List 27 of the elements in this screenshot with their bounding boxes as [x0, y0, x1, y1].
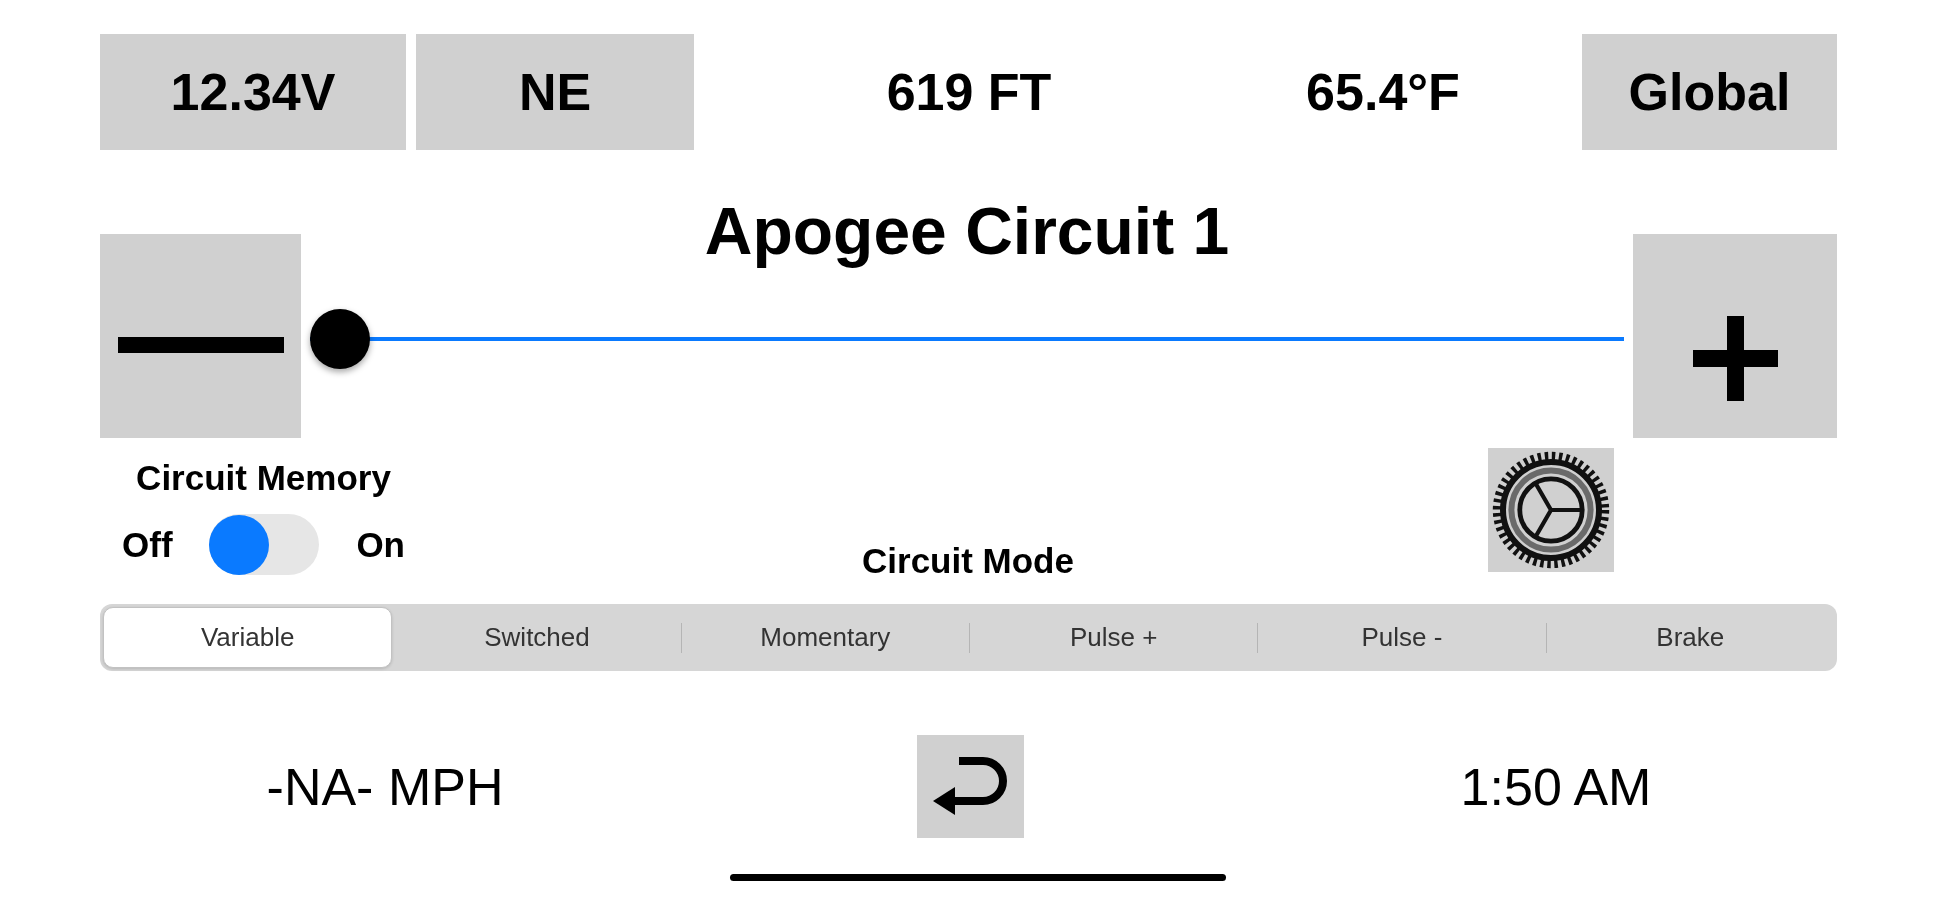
mode-segment[interactable]: Pulse -: [1258, 607, 1546, 668]
mode-segment[interactable]: Variable: [103, 607, 393, 668]
mode-button[interactable]: Global: [1582, 34, 1837, 150]
mode-segment[interactable]: Momentary: [681, 607, 969, 668]
readout-text: 65.4°F: [1306, 62, 1460, 122]
speed-reading: -NA- MPH: [266, 756, 504, 817]
mode-segment[interactable]: Switched: [393, 607, 681, 668]
readout-tile: 12.34V: [100, 34, 406, 150]
circuit-mode-label: Circuit Mode: [862, 541, 1074, 581]
readout-tile: NE: [416, 34, 694, 150]
plus-icon: [1692, 315, 1778, 401]
circuit-memory-label: Circuit Memory: [136, 458, 391, 498]
plus-button[interactable]: [1633, 234, 1837, 438]
on-label: On: [356, 524, 405, 565]
minus-button[interactable]: [100, 234, 301, 438]
clock-time: 1:50 AM: [1460, 756, 1652, 817]
mode-segment[interactable]: Brake: [1546, 607, 1834, 668]
off-label: Off: [122, 524, 173, 565]
settings-icon: [1491, 450, 1611, 570]
return-button[interactable]: [917, 735, 1024, 838]
minus-icon: [117, 337, 284, 353]
settings-button[interactable]: [1488, 448, 1614, 572]
mode-segment[interactable]: Pulse +: [970, 607, 1258, 668]
readout-text: 619 FT: [886, 62, 1052, 122]
slider-thumb[interactable]: [310, 309, 370, 369]
slider-track[interactable]: [310, 309, 1624, 369]
circuit-title: Apogee Circuit 1: [704, 196, 1230, 266]
